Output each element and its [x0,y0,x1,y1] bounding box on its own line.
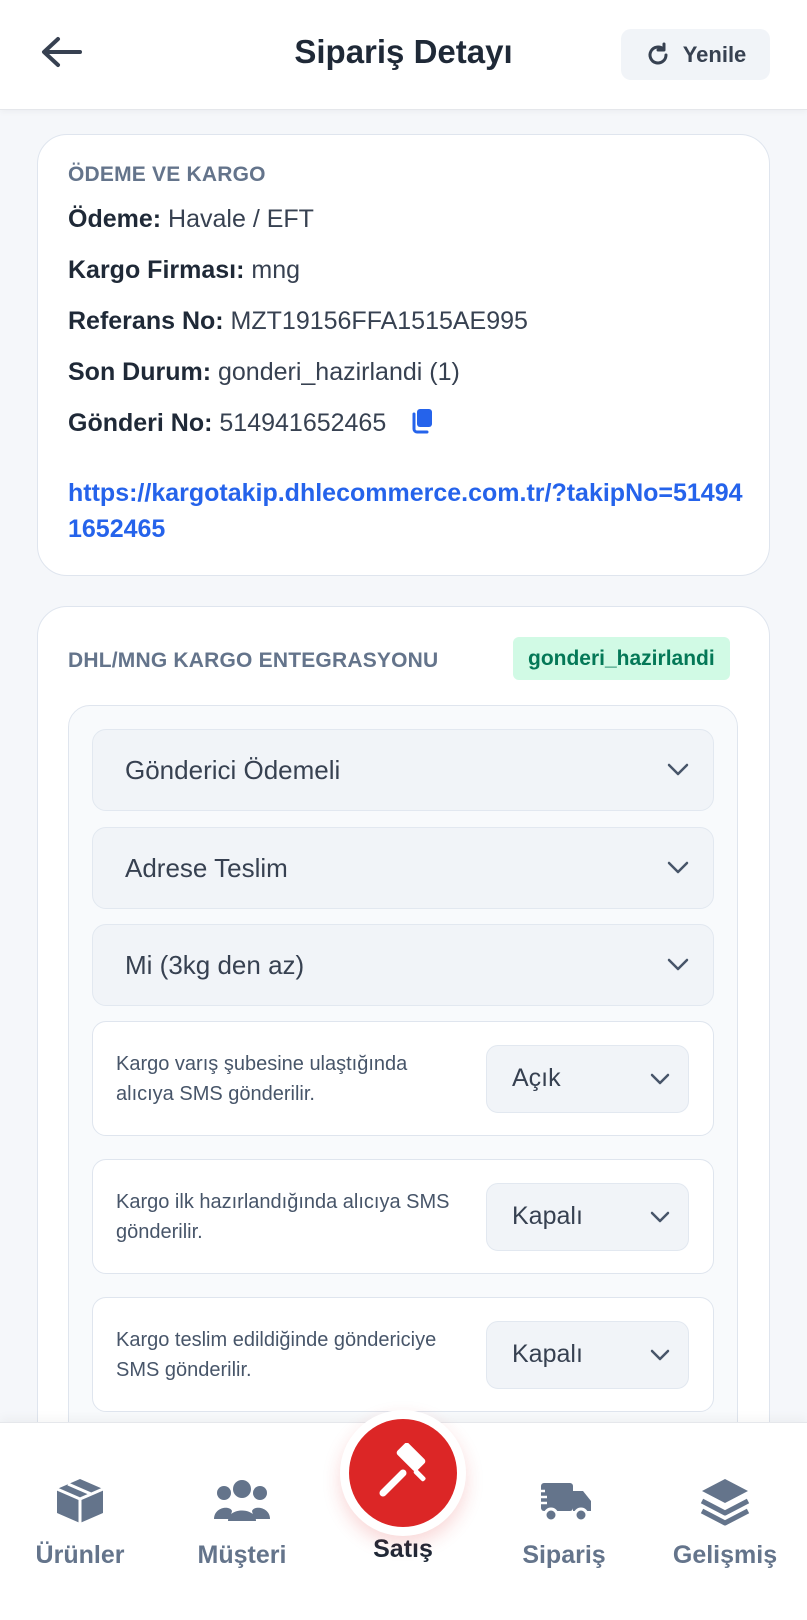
payment-section-title: ÖDEME VE KARGO [68,163,266,186]
refresh-button[interactable]: Yenile [621,29,770,80]
row-value: MZT19156FFA1515AE995 [230,307,528,335]
package-size-select[interactable]: Mi (3kg den az) [92,924,714,1006]
nav-item-musteri[interactable]: Müşteri [172,1475,312,1570]
row-label: Kargo Firması: [68,256,245,284]
select-value: Gönderici Ödemeli [125,754,341,785]
row-label: Ödeme: [68,205,162,233]
nav-item-gelismis[interactable]: Gelişmiş [655,1475,795,1570]
sms-option-select[interactable]: Kapalı [486,1182,689,1251]
layers-icon [700,1479,750,1526]
row-value: mng [251,256,301,284]
row-label: Referans No: [68,307,224,335]
nav-label: Müşteri [197,1541,287,1569]
select-value: Adrese Teslim [125,852,288,883]
top-bar: Sipariş Detayı Yenile [0,0,807,110]
fab-circle [349,1419,457,1527]
last-status-row: Son Durum: gonderi_hazirlandi (1) [68,358,460,387]
chevron-down-icon [667,958,689,971]
row-value: gonderi_hazirlandi (1) [218,358,460,386]
sms-option-select[interactable]: Kapalı [486,1320,689,1389]
nav-label: Ürünler [35,1541,125,1569]
chevron-down-icon [650,1073,670,1084]
payment-method-row: Ödeme: Havale / EFT [68,205,314,234]
nav-label: Gelişmiş [672,1541,778,1569]
sms-option-text: Kargo ilk hazırlandığında alıcıya SMS gö… [116,1190,450,1243]
select-value: Açık [512,1064,561,1092]
nav-label: Sipariş [522,1541,606,1569]
gavel-icon [379,1443,426,1497]
rotate-cw-icon [648,42,668,64]
sms-option-text: Kargo varış şubesine ulaştığında alıcıya… [116,1052,408,1105]
integration-section-title: DHL/MNG KARGO ENTEGRASYONU [68,649,439,672]
sms-option-text: Kargo teslim edildiğinde göndericiye SMS… [116,1328,437,1381]
truck-icon [533,1483,591,1523]
sms-option-row: Kargo varış şubesine ulaştığında alıcıya… [92,1021,714,1136]
users-icon [214,1480,270,1521]
payment-type-select[interactable]: Gönderici Ödemeli [92,729,714,811]
cargo-company-row: Kargo Firması: mng [68,256,300,285]
sms-option-select[interactable]: Açık [486,1044,689,1113]
refresh-label: Yenile [682,41,747,67]
reference-no-row: Referans No: MZT19156FFA1515AE995 [68,307,528,336]
box-icon [56,1479,104,1523]
nav-item-siparis[interactable]: Sipariş [494,1475,634,1570]
select-value: Kapalı [512,1202,583,1230]
shipment-no-row: Gönderi No: 514941652465 [68,409,435,438]
nav-label: Satış [373,1535,433,1563]
chevron-down-icon [650,1211,670,1222]
payment-cargo-card: ÖDEME VE KARGO Ödeme: Havale / EFT Kargo… [37,134,770,576]
status-badge: gonderi_hazirlandi [513,637,730,680]
row-value: Havale / EFT [168,205,314,233]
sales-fab-button[interactable] [340,1410,466,1536]
nav-item-urunler[interactable]: Ürünler [10,1475,150,1570]
sms-option-row: Kargo teslim edildiğinde göndericiye SMS… [92,1297,714,1412]
delivery-type-select[interactable]: Adrese Teslim [92,827,714,909]
chevron-down-icon [667,763,689,776]
row-label: Son Durum: [68,358,212,386]
select-value: Kapalı [512,1340,583,1368]
row-value: 514941652465 [219,409,387,437]
chevron-down-icon [650,1349,670,1360]
row-label: Gönderi No: [68,409,213,437]
tracking-link[interactable]: https://kargotakip.dhlecommerce.com.tr/?… [68,475,748,547]
select-value: Mi (3kg den az) [125,949,305,980]
copy-icon[interactable] [409,407,435,435]
chevron-down-icon [667,861,689,874]
sms-option-row: Kargo ilk hazırlandığında alıcıya SMS gö… [92,1159,714,1274]
